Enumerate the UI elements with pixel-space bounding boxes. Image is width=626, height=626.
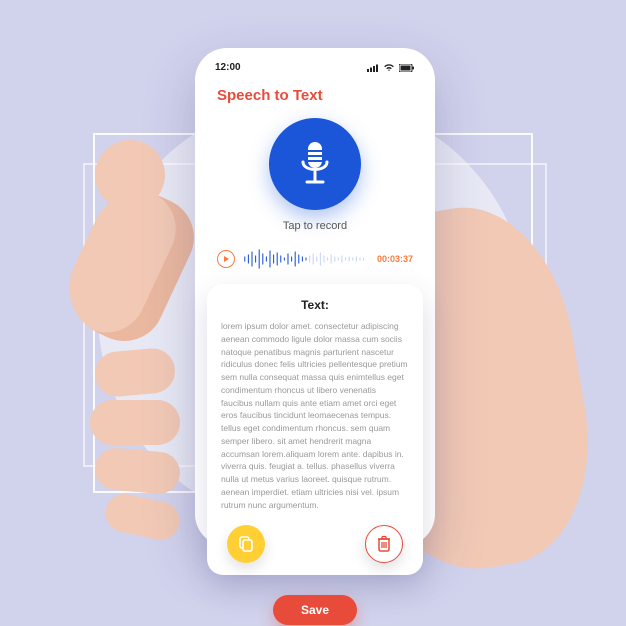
copy-icon [237, 535, 255, 553]
trash-icon [376, 535, 392, 553]
phone-frame: 12:00 Speech to Text Tap to record [195, 48, 435, 546]
microphone-icon [295, 140, 335, 188]
copy-button[interactable] [227, 525, 265, 563]
transcript-body: lorem ipsum dolor amet. consectetur adip… [221, 320, 409, 511]
wifi-icon [383, 63, 395, 72]
status-icons [367, 63, 415, 72]
save-button[interactable]: Save [273, 595, 357, 625]
tap-to-record-label: Tap to record [283, 220, 347, 232]
audio-waveform[interactable] [243, 248, 369, 270]
status-time: 12:00 [215, 62, 241, 73]
transcript-heading: Text: [221, 298, 409, 312]
playback-row: 00:03:37 [217, 248, 413, 270]
playback-timestamp: 00:03:37 [377, 254, 413, 264]
record-button[interactable] [269, 118, 361, 210]
app-title: Speech to Text [217, 87, 419, 104]
status-bar: 12:00 [211, 60, 419, 79]
delete-button[interactable] [365, 525, 403, 563]
transcript-card: Text: lorem ipsum dolor amet. consectetu… [207, 284, 423, 575]
battery-icon [399, 64, 415, 72]
play-button[interactable] [217, 250, 235, 268]
signal-icon [367, 64, 379, 72]
